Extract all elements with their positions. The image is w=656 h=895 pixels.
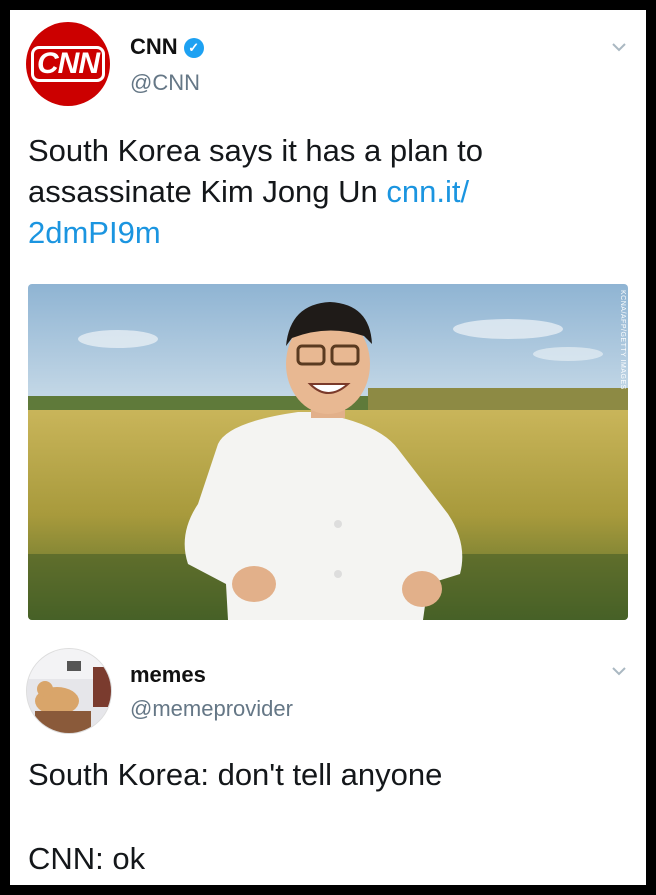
tweet-text: South Korea says it has a plan to assass… xyxy=(28,130,628,253)
screenshot-frame: CNN CNN ✓ @CNN South Korea says it has a … xyxy=(10,10,646,885)
tweet-text-line-1: South Korea: don't tell anyone xyxy=(28,757,443,792)
display-name[interactable]: CNN ✓ xyxy=(130,34,204,60)
avatar-image xyxy=(27,649,111,733)
chevron-down-icon[interactable] xyxy=(610,662,628,680)
chevron-down-icon[interactable] xyxy=(610,38,628,56)
user-handle[interactable]: @CNN xyxy=(130,70,200,96)
photo-image xyxy=(28,284,628,620)
cnn-logo: CNN xyxy=(31,46,105,82)
photo-credit: KCNA/AFP/GETTY IMAGES xyxy=(619,290,626,390)
tweet-memes[interactable]: memes @memeprovider South Korea: don't t… xyxy=(10,632,646,885)
display-name-text: CNN xyxy=(130,34,178,59)
display-name[interactable]: memes xyxy=(130,662,206,688)
tweet-photo[interactable]: KCNA/AFP/GETTY IMAGES xyxy=(28,284,628,620)
verified-badge-icon: ✓ xyxy=(183,38,204,58)
user-handle[interactable]: @memeprovider xyxy=(130,696,293,722)
avatar[interactable]: CNN xyxy=(26,22,110,106)
tweet-text-line-2: CNN: ok xyxy=(28,841,146,876)
tweet-cnn[interactable]: CNN CNN ✓ @CNN South Korea says it has a … xyxy=(10,10,646,630)
avatar[interactable] xyxy=(26,648,112,734)
